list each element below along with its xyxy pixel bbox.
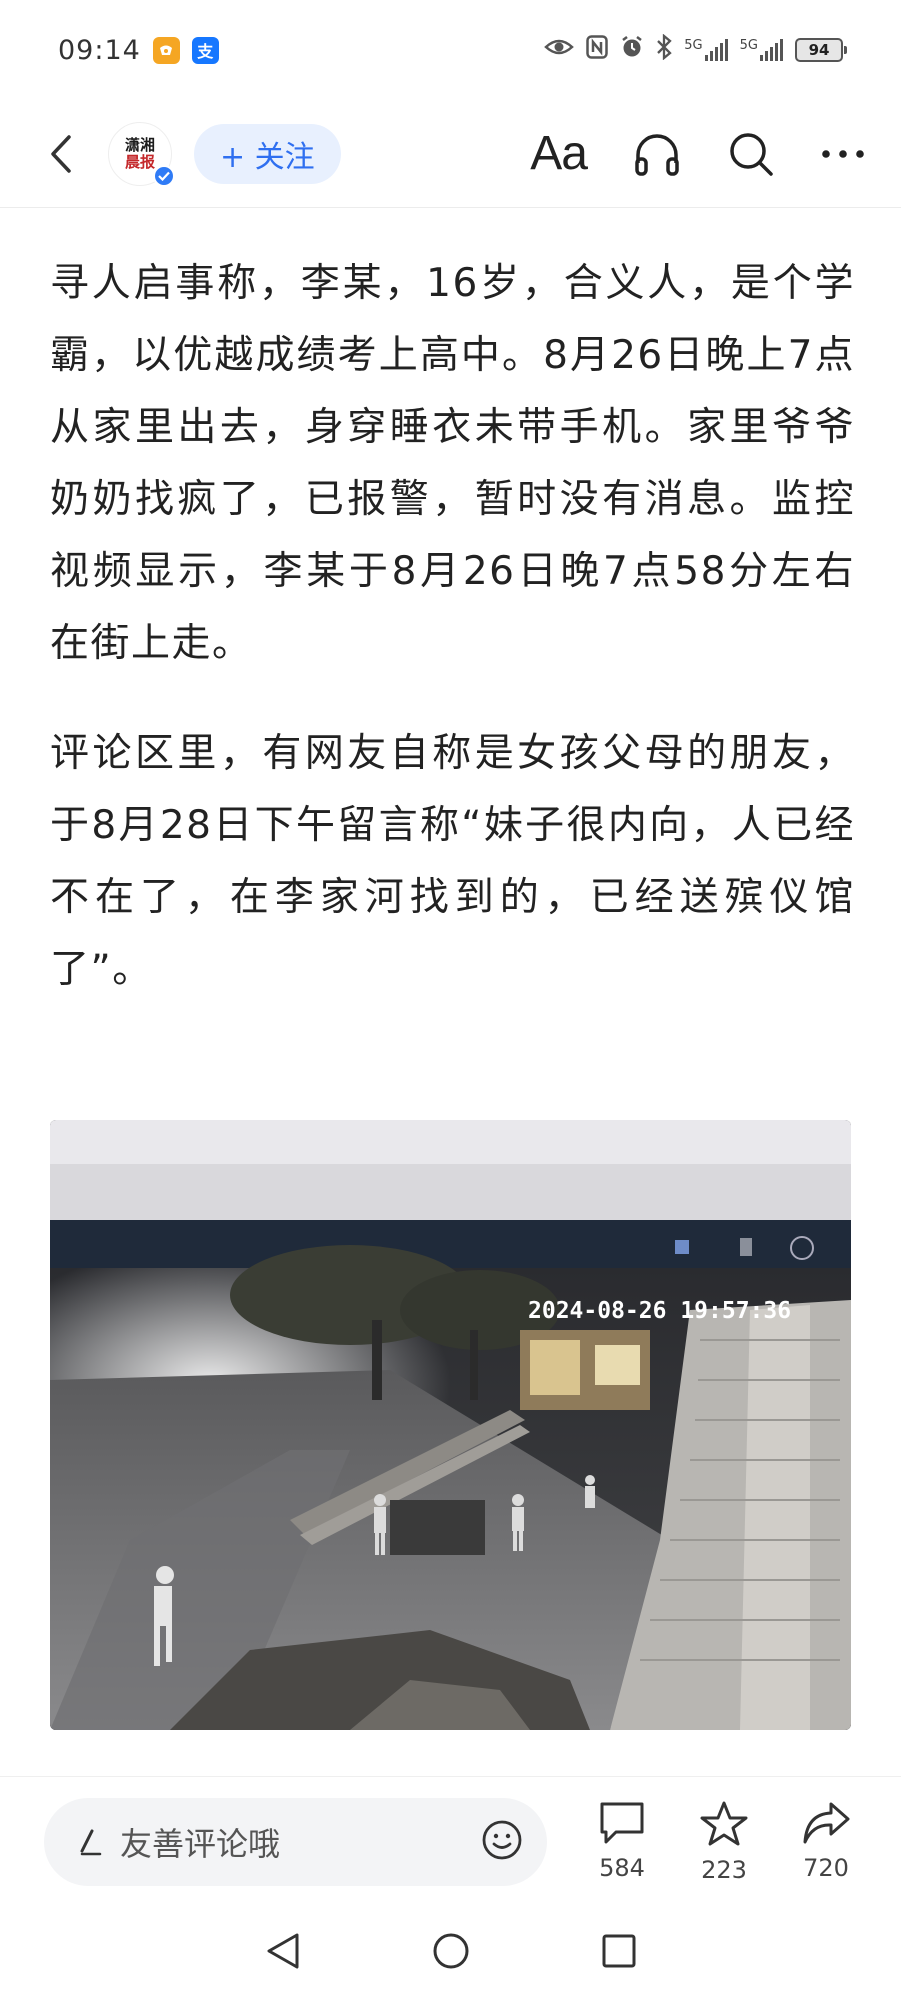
header-actions: Aa — [530, 126, 865, 181]
comments-button[interactable]: 584 — [591, 1800, 653, 1884]
smiley-icon — [482, 1820, 522, 1859]
share-button[interactable]: 720 — [795, 1800, 857, 1884]
star-icon — [700, 1801, 748, 1845]
comment-input[interactable]: 友善评论哦 — [44, 1797, 547, 1886]
signal-2-icon: 5G — [740, 39, 783, 61]
pen-icon — [80, 1829, 102, 1855]
square-recents-icon — [602, 1934, 635, 1968]
verified-badge-icon — [153, 164, 175, 187]
nav-home-button[interactable] — [431, 1931, 471, 1975]
publisher-logo-line2: 晨报 — [124, 152, 155, 171]
cctv-timestamp: 2024-08-26 19:57:36 — [528, 1298, 791, 1324]
bluetooth-icon — [656, 33, 672, 66]
headphones-icon — [635, 133, 679, 176]
emoji-button[interactable] — [481, 1819, 523, 1865]
status-time: 09:14 — [58, 34, 141, 66]
article-body: 寻人启事称，李某，16岁，合义人，是个学霸，以优越成绩考上高中。8月26日晚上7… — [50, 248, 855, 1044]
back-button[interactable] — [36, 124, 86, 184]
more-icon — [822, 149, 864, 158]
alipay-icon: 支 — [191, 36, 219, 64]
taobao-icon — [152, 36, 180, 64]
status-bar: 09:14 支 5G 5G 94 — [0, 0, 901, 100]
nav-back-button[interactable] — [265, 1931, 301, 1975]
listen-button[interactable] — [633, 131, 681, 177]
status-indicators: 5G 5G 94 — [544, 33, 847, 66]
share-icon — [803, 1802, 850, 1843]
article-paragraph: 评论区里，有网友自称是女孩父母的朋友，于8月28日下午留言称“妹子很内向，人已经… — [50, 731, 855, 992]
article-actions: 584 223 720 — [591, 1800, 857, 1884]
system-navigation — [0, 1906, 901, 2000]
comment-placeholder: 友善评论哦 — [120, 1824, 281, 1863]
publisher-avatar[interactable]: 潇湘 晨报 — [108, 121, 175, 187]
app-header: 潇湘 晨报 + 关注 Aa — [0, 100, 901, 208]
favorite-button[interactable]: 223 — [693, 1800, 755, 1884]
nav-recents-button[interactable] — [601, 1933, 637, 1973]
publisher-logo-line1: 潇湘 — [124, 136, 155, 154]
chevron-left-icon — [51, 134, 71, 173]
more-button[interactable] — [821, 149, 865, 159]
search-icon — [730, 132, 773, 176]
font-size-button[interactable]: Aa — [530, 126, 588, 181]
follow-button[interactable]: + 关注 — [194, 123, 341, 184]
shares-count: 720 — [803, 1853, 849, 1882]
nfc-icon — [586, 35, 609, 65]
comments-count: 584 — [599, 1853, 645, 1882]
article-paragraph: 寻人启事称，李某，16岁，合义人，是个学霸，以优越成绩考上高中。8月26日晚上7… — [50, 261, 855, 666]
signal-1-icon: 5G — [684, 39, 728, 61]
battery-indicator: 94 — [795, 38, 847, 62]
alarm-icon — [620, 35, 644, 65]
cctv-photo: 2024-08-26 19:57:36 — [50, 1120, 851, 1730]
triangle-back-icon — [267, 1933, 298, 1969]
article-image[interactable]: 2024-08-26 19:57:36 — [50, 1120, 851, 1730]
favorites-count: 223 — [701, 1855, 747, 1884]
search-button[interactable] — [727, 130, 775, 178]
comment-bar: 友善评论哦 584 223 720 — [0, 1776, 901, 1906]
eye-comfort-icon — [544, 37, 575, 63]
circle-home-icon — [433, 1933, 468, 1969]
comment-icon — [600, 1802, 644, 1843]
